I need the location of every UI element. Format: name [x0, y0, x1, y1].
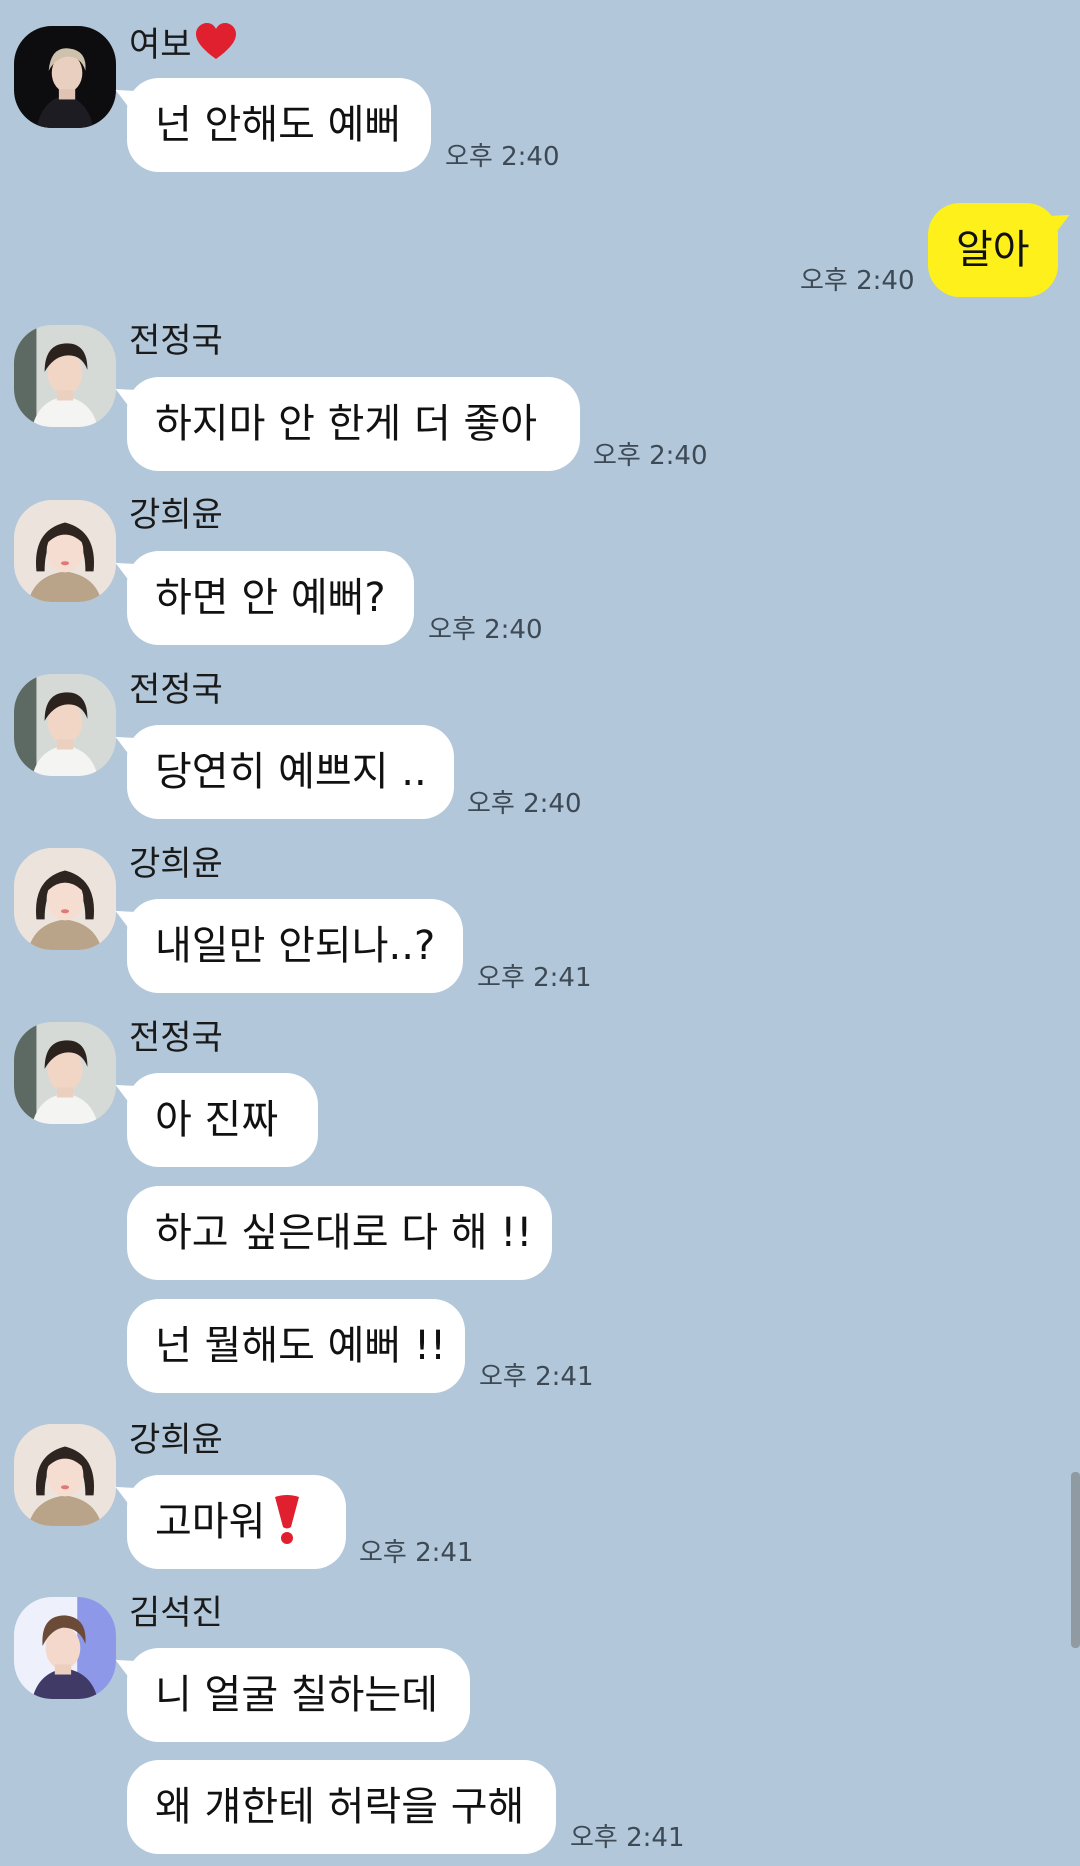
sender-name: 여보 [129, 22, 238, 65]
message-bubble[interactable]: 넌 뭘해도 예뻐 !! [127, 1299, 465, 1393]
avatar-heeyoon[interactable] [14, 1424, 116, 1526]
avatar-heeyoon[interactable] [14, 500, 116, 602]
sender-name: 전정국 [129, 670, 223, 710]
avatar-jungkook[interactable] [14, 674, 116, 776]
message-bubble[interactable]: 넌 안해도 예뻐 [127, 78, 431, 172]
avatar-seokjin-image [14, 1597, 116, 1699]
avatar-heeyoon[interactable] [14, 848, 116, 950]
avatar-jungkook-image [14, 674, 116, 776]
message-bubble[interactable]: 내일만 안되나..? [127, 899, 463, 993]
message-time: 오후 2:41 [479, 1362, 594, 1392]
avatar-jungkook-image [14, 325, 116, 427]
message-time: 오후 2:40 [800, 266, 915, 296]
message-bubble[interactable]: 아 진짜 [127, 1073, 318, 1167]
message-text: 고마워 [155, 1499, 266, 1545]
sender-name: 전정국 [129, 321, 223, 361]
message-time: 오후 2:40 [428, 615, 543, 645]
avatar-jungkook[interactable] [14, 1022, 116, 1124]
message-bubble[interactable]: 니 얼굴 칠하는데 [127, 1648, 470, 1742]
message-time: 오후 2:41 [477, 963, 592, 993]
heavy-exclamation-icon [267, 1485, 307, 1544]
message-bubble[interactable]: 고마워 [127, 1475, 346, 1569]
avatar-yeobo[interactable] [14, 26, 116, 128]
avatar-jungkook[interactable] [14, 325, 116, 427]
avatar-heeyoon-image [14, 848, 116, 950]
chat-message-list[interactable]: 여보 넌 안해도 예뻐 오후 2:40 알아 오후 2:40 전정국 하지마 안… [0, 0, 1080, 1866]
sender-name: 강희윤 [129, 844, 223, 884]
message-time: 오후 2:40 [467, 789, 582, 819]
message-bubble[interactable]: 하지마 안 한게 더 좋아 [127, 377, 580, 471]
avatar-seokjin[interactable] [14, 1597, 116, 1699]
message-bubble[interactable]: 왜 걔한테 허락을 구해 [127, 1760, 556, 1854]
message-time: 오후 2:41 [359, 1538, 474, 1568]
avatar-yeobo-image [14, 26, 116, 128]
message-bubble[interactable]: 하면 안 예뻐? [127, 551, 414, 645]
scrollbar-thumb[interactable] [1071, 1472, 1080, 1648]
message-bubble[interactable]: 하고 싶은대로 다 해 !! [127, 1186, 552, 1280]
avatar-heeyoon-image [14, 1424, 116, 1526]
sender-name: 강희윤 [129, 495, 223, 535]
message-bubble[interactable]: 당연히 예쁘지 .. [127, 725, 454, 819]
message-time: 오후 2:40 [593, 441, 708, 471]
sender-name-text: 여보 [129, 25, 192, 65]
avatar-jungkook-image [14, 1022, 116, 1124]
message-time: 오후 2:41 [570, 1823, 685, 1853]
sender-name: 김석진 [129, 1593, 223, 1633]
my-message-bubble[interactable]: 알아 [928, 203, 1058, 297]
avatar-heeyoon-image [14, 500, 116, 602]
red-heart-icon [194, 22, 238, 62]
sender-name: 전정국 [129, 1018, 223, 1058]
message-time: 오후 2:40 [445, 142, 560, 172]
sender-name: 강희윤 [129, 1420, 223, 1460]
